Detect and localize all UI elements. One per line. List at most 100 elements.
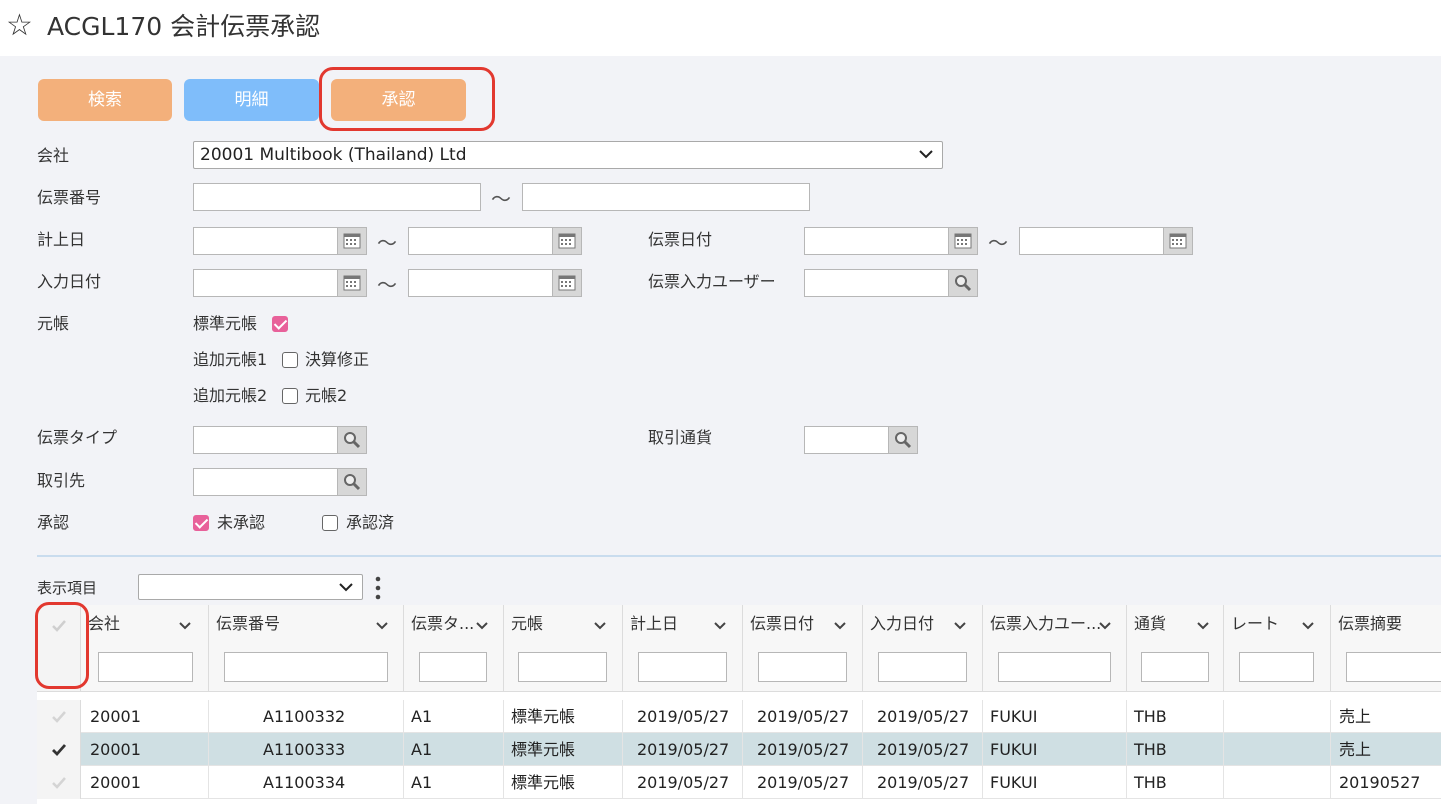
cell-description: 20190527 (1339, 773, 1421, 792)
table-row[interactable]: 20001 A1100333 A1 標準元帳 2019/05/27 2019/0… (37, 733, 1441, 766)
calendar-icon[interactable] (338, 269, 367, 297)
select-column-highlight-annotation (35, 602, 89, 689)
cell-slip-no: A1100332 (209, 700, 404, 733)
column-label: 伝票番号 (216, 614, 281, 633)
chevron-down-icon[interactable] (593, 621, 607, 631)
detail-button[interactable]: 明細 (184, 79, 319, 121)
column-header-slip-date[interactable]: 伝票日付 (743, 605, 863, 692)
chevron-down-icon[interactable] (1098, 621, 1112, 631)
column-header-description[interactable]: 伝票摘要 (1331, 605, 1441, 692)
chevron-down-icon[interactable] (375, 621, 389, 631)
input-date-to-input[interactable] (408, 269, 553, 297)
chevron-down-icon[interactable] (1196, 621, 1210, 631)
row-select-checkbox[interactable] (37, 700, 81, 733)
column-filter-input[interactable] (518, 652, 607, 682)
cell-rate (1224, 766, 1331, 799)
slip-date-to-input[interactable] (1019, 227, 1164, 255)
calendar-icon[interactable] (553, 227, 582, 255)
company-select[interactable]: 20001 Multibook (Thailand) Ltd (193, 141, 943, 169)
range-tilde: 〜 (491, 187, 511, 211)
calendar-icon[interactable] (553, 269, 582, 297)
column-filter-input[interactable] (98, 652, 193, 682)
section-divider (37, 555, 1441, 557)
search-icon[interactable] (949, 269, 978, 297)
column-filter-input[interactable] (998, 652, 1111, 682)
search-icon[interactable] (889, 426, 918, 454)
posting-date-from-input[interactable] (193, 227, 338, 255)
slip-no-from-input[interactable] (193, 183, 481, 211)
posting-date-to-input[interactable] (408, 227, 553, 255)
column-filter-input[interactable] (638, 652, 727, 682)
more-vertical-icon[interactable] (373, 575, 383, 601)
cell-rate (1224, 700, 1331, 733)
chevron-down-icon[interactable] (1301, 621, 1315, 631)
cell-slip-no: A1100334 (209, 766, 404, 799)
ledger-2-checkbox[interactable] (282, 388, 298, 404)
slip-input-user-input[interactable] (804, 269, 949, 297)
cell-slip-type: A1 (404, 766, 504, 799)
ledger-standard-checkbox[interactable] (272, 316, 288, 332)
page-title: ACGL170 会計伝票承認 (47, 12, 321, 41)
trade-currency-label: 取引通貨 (648, 428, 713, 447)
ledger-closing-checkbox[interactable] (282, 352, 298, 368)
unapproved-checkbox[interactable] (193, 515, 209, 531)
display-items-select[interactable] (138, 574, 363, 600)
check-icon (51, 743, 66, 756)
input-date-label: 入力日付 (37, 272, 102, 291)
column-filter-input[interactable] (419, 652, 487, 682)
chevron-down-icon[interactable] (833, 621, 847, 631)
star-icon[interactable]: ☆ (6, 8, 33, 44)
column-header-ledger[interactable]: 元帳 (504, 605, 623, 692)
calendar-icon[interactable] (1164, 227, 1193, 255)
column-header-slip-type[interactable]: 伝票タ... (404, 605, 504, 692)
column-label: 伝票摘要 (1338, 614, 1403, 633)
row-select-checkbox[interactable] (37, 733, 81, 766)
calendar-icon[interactable] (338, 227, 367, 255)
slip-no-to-input[interactable] (522, 183, 810, 211)
slip-type-input[interactable] (193, 426, 338, 454)
column-header-company[interactable]: 会社 (81, 605, 209, 692)
cell-slip-date: 2019/05/27 (743, 733, 863, 766)
column-header-currency[interactable]: 通貨 (1127, 605, 1224, 692)
search-button[interactable]: 検索 (38, 79, 172, 121)
partner-input[interactable] (193, 468, 338, 496)
column-filter-input[interactable] (1239, 652, 1314, 682)
column-header-input-user[interactable]: 伝票入力ユー... (983, 605, 1127, 692)
cell-posting-date: 2019/05/27 (623, 700, 743, 733)
slip-type-label: 伝票タイプ (37, 428, 118, 447)
table-row[interactable]: 20001 A1100332 A1 標準元帳 2019/05/27 2019/0… (37, 700, 1441, 733)
slip-date-from-input[interactable] (804, 227, 949, 255)
partner-label: 取引先 (37, 471, 86, 490)
column-filter-input[interactable] (878, 652, 967, 682)
ledger-2-label: 元帳2 (305, 386, 348, 405)
column-header-rate[interactable]: レート (1224, 605, 1331, 692)
column-label: レート (1231, 614, 1280, 633)
column-header-input-date[interactable]: 入力日付 (863, 605, 983, 692)
ledger-add1-label: 追加元帳1 (193, 350, 268, 369)
chevron-down-icon[interactable] (178, 621, 192, 631)
search-icon[interactable] (338, 426, 367, 454)
column-filter-input[interactable] (224, 652, 388, 682)
chevron-down-icon[interactable] (475, 621, 489, 631)
cell-input-user: FUKUI (983, 733, 1127, 766)
row-select-checkbox[interactable] (37, 766, 81, 799)
column-filter-input[interactable] (1346, 652, 1441, 682)
chevron-down-icon[interactable] (953, 621, 967, 631)
search-icon[interactable] (338, 468, 367, 496)
ledger-label: 元帳 (37, 314, 70, 333)
column-filter-input[interactable] (758, 652, 847, 682)
cell-ledger: 標準元帳 (504, 700, 623, 733)
chevron-down-icon[interactable] (713, 621, 727, 631)
cell-slip-type: A1 (404, 733, 504, 766)
cell-description: 売上 (1339, 740, 1372, 759)
table-row[interactable]: 20001 A1100334 A1 標準元帳 2019/05/27 2019/0… (37, 766, 1441, 799)
calendar-icon[interactable] (949, 227, 978, 255)
column-header-posting-date[interactable]: 計上日 (623, 605, 743, 692)
approved-checkbox[interactable] (322, 515, 338, 531)
input-date-from-input[interactable] (193, 269, 338, 297)
main-panel: 検索 明細 承認 会社 20001 Multibook (Thailand) L… (0, 56, 1441, 804)
column-header-slip-no[interactable]: 伝票番号 (209, 605, 404, 692)
approved-label: 承認済 (346, 513, 395, 532)
column-filter-input[interactable] (1141, 652, 1209, 682)
trade-currency-input[interactable] (804, 426, 889, 454)
